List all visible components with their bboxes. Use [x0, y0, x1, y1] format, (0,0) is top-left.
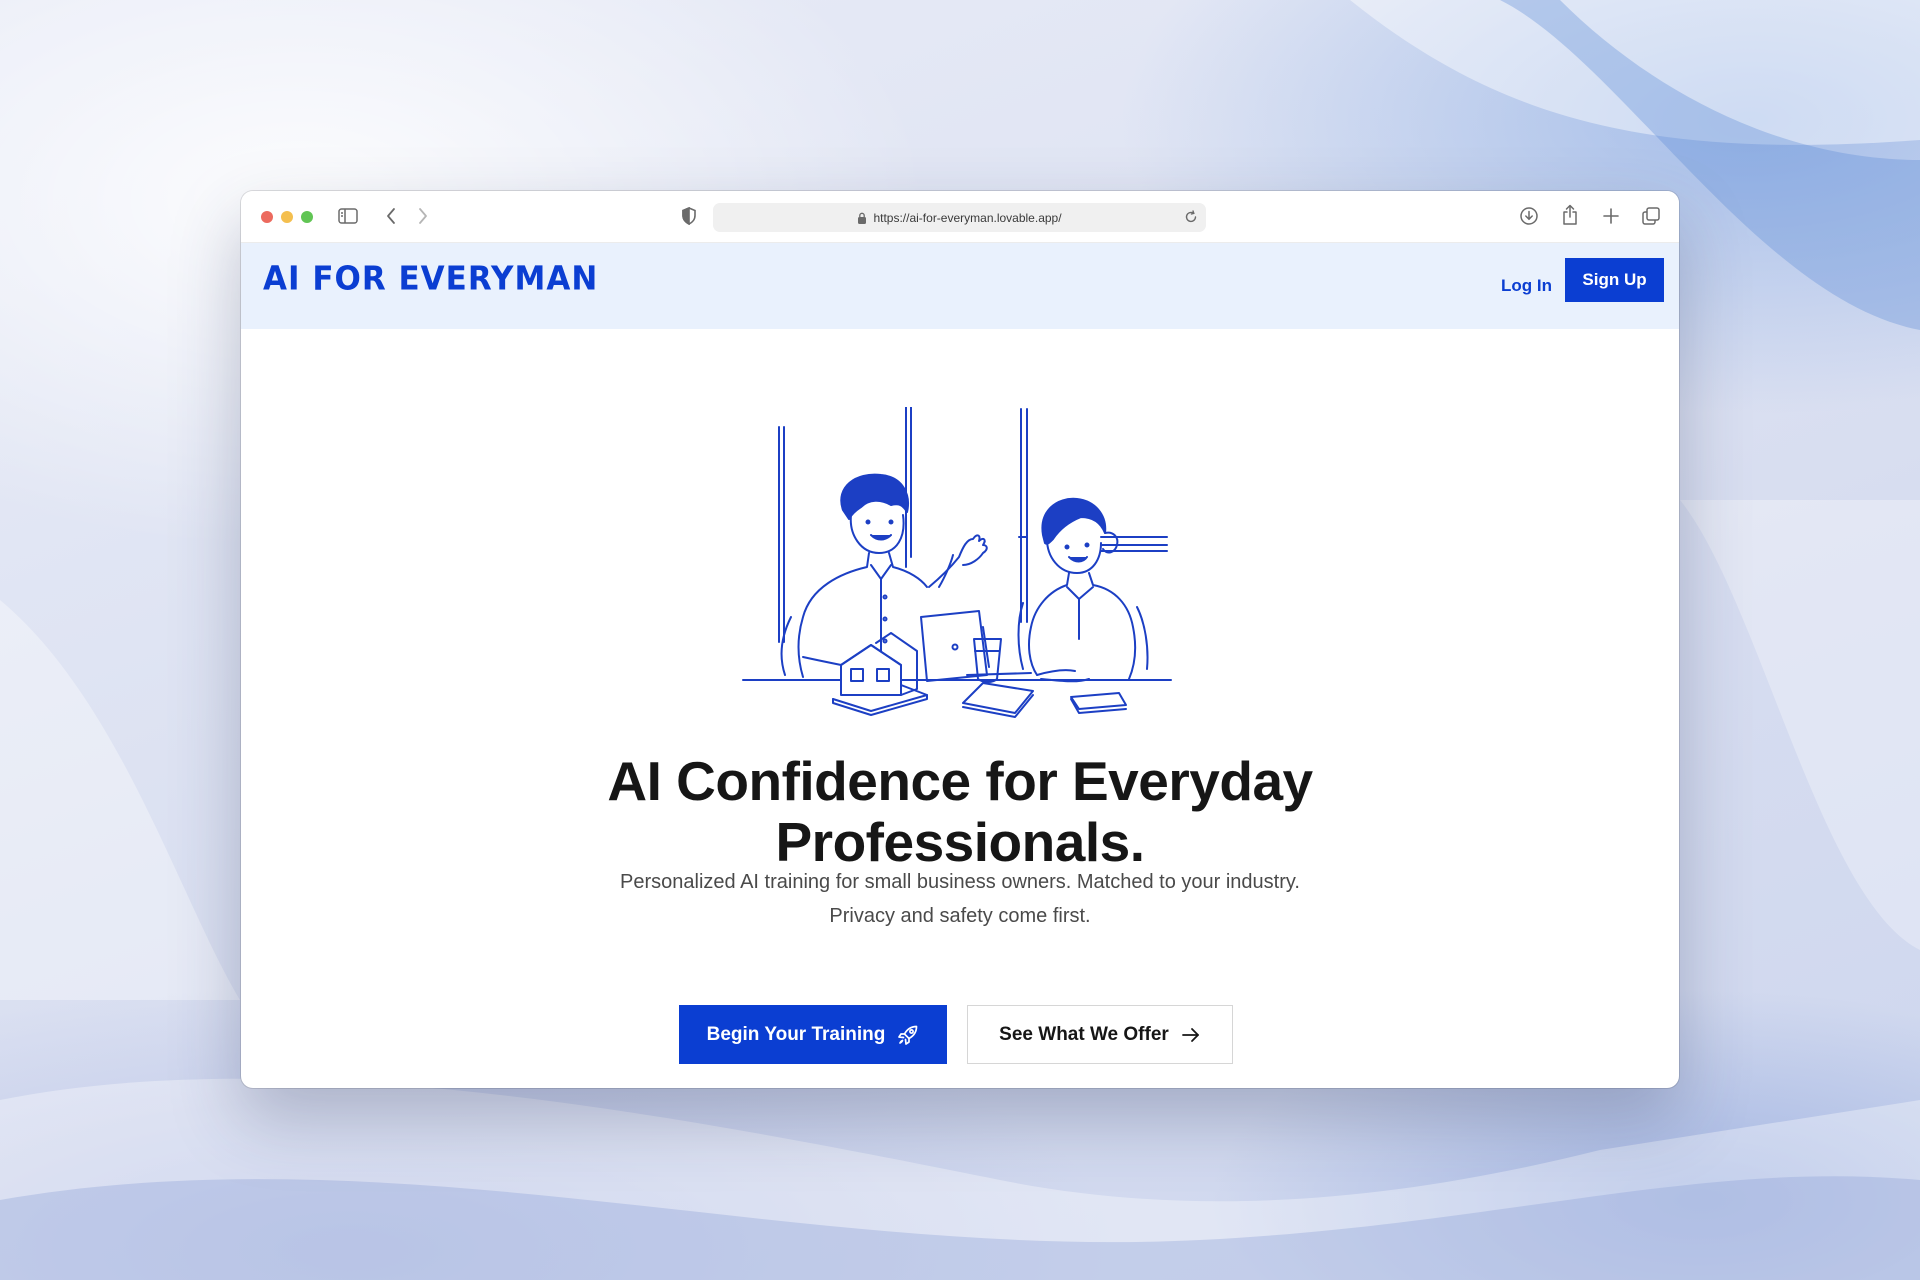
shield-icon[interactable] — [681, 207, 697, 225]
site-logo[interactable]: AI FOR EVERYMAN — [263, 260, 598, 298]
signup-button[interactable]: Sign Up — [1565, 258, 1664, 302]
subtitle-line-2: Privacy and safety come first. — [829, 905, 1091, 927]
begin-training-button[interactable]: Begin Your Training — [679, 1005, 947, 1064]
browser-window: https://ai-for-everyman.lovable.app/ AI … — [241, 191, 1679, 1088]
hero-headline: AI Confidence for Everyday Professionals… — [241, 751, 1679, 873]
headline-line-2: Professionals. — [775, 811, 1145, 873]
hero-subtitle: Personalized AI training for small busin… — [241, 865, 1679, 933]
rocket-icon — [897, 1024, 919, 1046]
see-offer-button[interactable]: See What We Offer — [967, 1005, 1233, 1064]
address-bar[interactable]: https://ai-for-everyman.lovable.app/ — [713, 203, 1206, 232]
tab-overview-icon[interactable] — [1641, 206, 1661, 226]
url-text: https://ai-for-everyman.lovable.app/ — [873, 210, 1062, 225]
subtitle-line-1: Personalized AI training for small busin… — [620, 871, 1300, 893]
zoom-window-button[interactable] — [301, 211, 313, 223]
see-offer-label: See What We Offer — [999, 1023, 1169, 1045]
browser-toolbar: https://ai-for-everyman.lovable.app/ — [241, 191, 1679, 243]
sidebar-toggle-icon[interactable] — [338, 207, 358, 225]
begin-training-label: Begin Your Training — [706, 1023, 886, 1045]
hero-section: AI Confidence for Everyday Professionals… — [241, 329, 1679, 1088]
lock-icon — [857, 212, 867, 224]
forward-icon[interactable] — [417, 207, 429, 225]
new-tab-icon[interactable] — [1602, 207, 1620, 225]
download-icon[interactable] — [1519, 206, 1539, 226]
window-controls — [261, 211, 313, 223]
share-icon[interactable] — [1561, 204, 1579, 226]
site-header: AI FOR EVERYMAN Log In Sign Up — [241, 243, 1679, 329]
back-icon[interactable] — [385, 207, 397, 225]
login-link[interactable]: Log In — [1501, 243, 1552, 329]
minimize-window-button[interactable] — [281, 211, 293, 223]
close-window-button[interactable] — [261, 211, 273, 223]
meeting-illustration — [742, 407, 1172, 718]
headline-line-1: AI Confidence for Everyday — [607, 750, 1313, 812]
arrow-right-icon — [1181, 1027, 1201, 1043]
reload-icon[interactable] — [1184, 210, 1198, 227]
